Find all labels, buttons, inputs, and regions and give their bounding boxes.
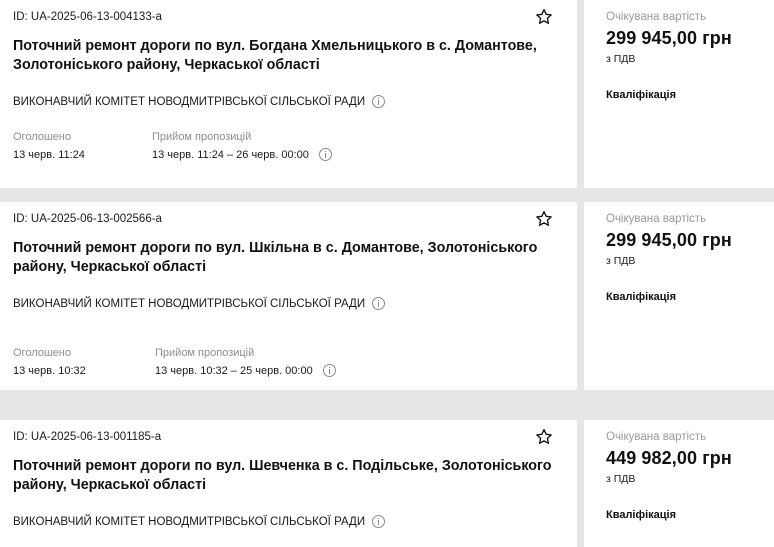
- info-icon[interactable]: [372, 297, 386, 310]
- expected-value: 299 945,00 грн: [606, 28, 732, 48]
- procedure-status: Кваліфікація: [606, 509, 677, 521]
- info-icon[interactable]: [372, 95, 386, 108]
- tender-card: ID: UA-2025-06-13-004133-a Поточний ремо…: [0, 0, 774, 188]
- proposals-value: 13 черв. 11:24 – 26 черв. 00:00: [152, 148, 309, 161]
- tender-list: ID: UA-2025-06-13-004133-a Поточний ремо…: [0, 0, 774, 547]
- announced-label: Оголошено: [13, 347, 71, 359]
- tender-title[interactable]: Поточний ремонт дороги по вул. Шкільна в…: [13, 239, 558, 277]
- star-icon[interactable]: [534, 7, 554, 27]
- proposals-row: 13 черв. 10:32 – 25 черв. 00:00: [155, 364, 336, 377]
- tender-id: ID: UA-2025-06-13-001185-a: [13, 431, 162, 443]
- tender-id: ID: UA-2025-06-13-004133-a: [13, 11, 162, 23]
- vat-note: з ПДВ: [606, 53, 636, 65]
- tender-title[interactable]: Поточний ремонт дороги по вул. Богдана Х…: [13, 37, 558, 75]
- announced-value: 13 черв. 10:32: [13, 365, 86, 377]
- organization-row: ВИКОНАВЧИЙ КОМІТЕТ НОВОДМИТРІВСЬКОЇ СІЛЬ…: [13, 297, 386, 310]
- expected-value-label: Очікувана вартість: [606, 11, 707, 23]
- tender-side: Очікувана вартість 299 945,00 грн з ПДВ …: [584, 202, 774, 390]
- tender-main[interactable]: ID: UA-2025-06-13-004133-a Поточний ремо…: [0, 0, 577, 188]
- procedure-status: Кваліфікація: [606, 291, 677, 303]
- info-icon[interactable]: [318, 148, 332, 161]
- organization-row: ВИКОНАВЧИЙ КОМІТЕТ НОВОДМИТРІВСЬКОЇ СІЛЬ…: [13, 95, 386, 108]
- organization-name[interactable]: ВИКОНАВЧИЙ КОМІТЕТ НОВОДМИТРІВСЬКОЇ СІЛЬ…: [13, 298, 365, 310]
- tender-side: Очікувана вартість 449 982,00 грн з ПДВ …: [584, 420, 774, 547]
- info-icon[interactable]: [372, 515, 386, 528]
- announced-value: 13 черв. 11:24: [13, 149, 85, 161]
- tender-main[interactable]: ID: UA-2025-06-13-002566-a Поточний ремо…: [0, 202, 577, 390]
- tender-id: ID: UA-2025-06-13-002566-a: [13, 213, 162, 225]
- proposals-value: 13 черв. 10:32 – 25 черв. 00:00: [155, 364, 313, 377]
- tender-main[interactable]: ID: UA-2025-06-13-001185-a Поточний ремо…: [0, 420, 577, 547]
- star-icon[interactable]: [534, 209, 554, 229]
- organization-name[interactable]: ВИКОНАВЧИЙ КОМІТЕТ НОВОДМИТРІВСЬКОЇ СІЛЬ…: [13, 96, 365, 108]
- star-icon[interactable]: [534, 427, 554, 447]
- expected-value: 299 945,00 грн: [606, 230, 732, 250]
- organization-name[interactable]: ВИКОНАВЧИЙ КОМІТЕТ НОВОДМИТРІВСЬКОЇ СІЛЬ…: [13, 516, 365, 528]
- tender-title[interactable]: Поточний ремонт дороги по вул. Шевченка …: [13, 457, 558, 495]
- expected-value: 449 982,00 грн: [606, 448, 732, 468]
- tender-side: Очікувана вартість 299 945,00 грн з ПДВ …: [584, 0, 774, 188]
- announced-label: Оголошено: [13, 131, 71, 143]
- tender-card: ID: UA-2025-06-13-002566-a Поточний ремо…: [0, 202, 774, 390]
- expected-value-label: Очікувана вартість: [606, 431, 707, 443]
- expected-value-label: Очікувана вартість: [606, 213, 707, 225]
- vat-note: з ПДВ: [606, 473, 636, 485]
- proposals-label: Прийом пропозицій: [155, 347, 255, 359]
- proposals-label: Прийом пропозицій: [152, 131, 252, 143]
- proposals-row: 13 черв. 11:24 – 26 черв. 00:00: [152, 148, 332, 161]
- vat-note: з ПДВ: [606, 255, 636, 267]
- organization-row: ВИКОНАВЧИЙ КОМІТЕТ НОВОДМИТРІВСЬКОЇ СІЛЬ…: [13, 515, 386, 528]
- tender-card: ID: UA-2025-06-13-001185-a Поточний ремо…: [0, 420, 774, 547]
- procedure-status: Кваліфікація: [606, 89, 677, 101]
- info-icon[interactable]: [322, 364, 336, 377]
